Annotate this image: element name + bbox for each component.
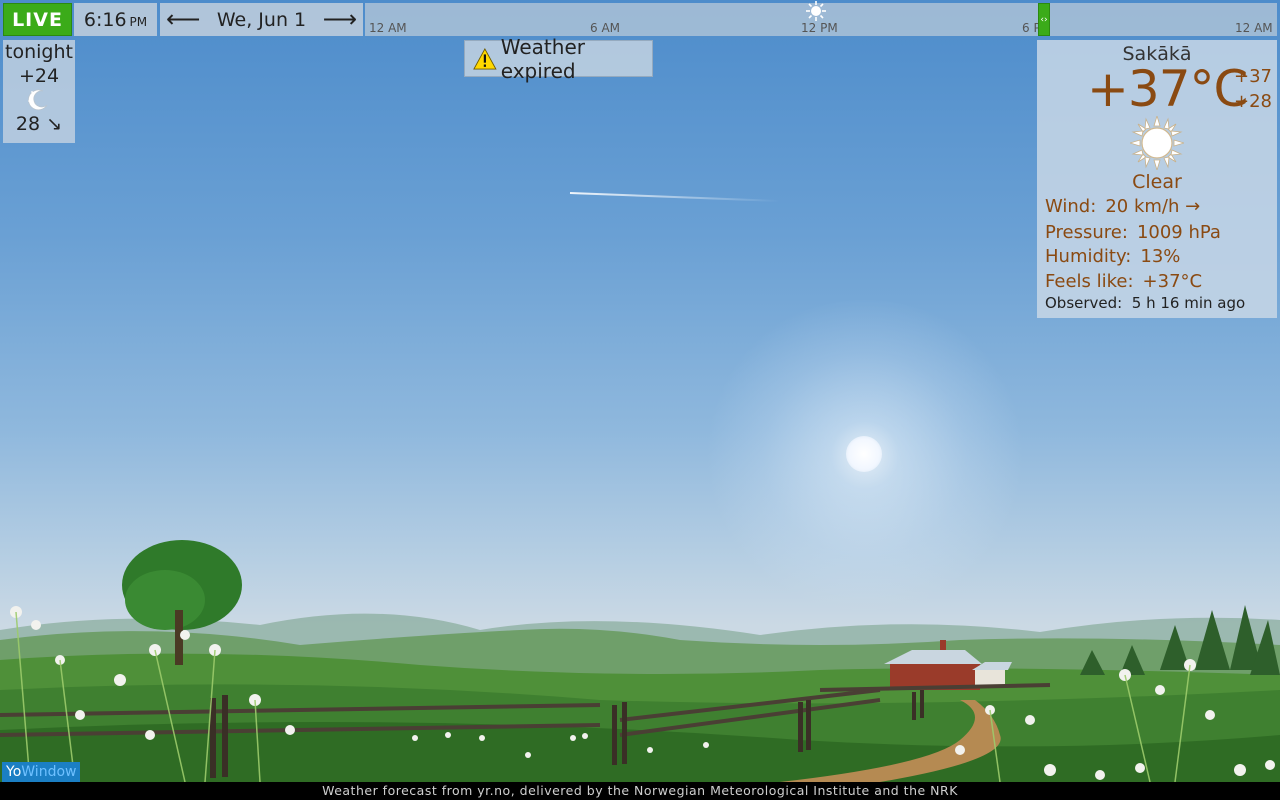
yowindow-logo[interactable]: Yo Window	[2, 762, 81, 782]
top-bar: LIVE 6:16 PM ⟵ We, Jun 1 ⟶ 12 AM 6 AM 12…	[0, 0, 1280, 38]
tonight-forecast[interactable]: tonight +24 28 ↘	[3, 40, 75, 143]
data-source-footer[interactable]: Weather forecast from yr.no, delivered b…	[0, 782, 1280, 800]
timeline-label: 12 AM	[1235, 21, 1273, 35]
wind-value: 20 km/h →	[1105, 196, 1201, 217]
humidity-row: Humidity: 13%	[1045, 246, 1180, 267]
feels-like-row: Feels like: +37°C	[1045, 271, 1202, 292]
logo-text-a: Yo	[6, 764, 22, 780]
pressure-row: Pressure: 1009 hPa	[1045, 222, 1221, 243]
observed-label: Observed:	[1045, 294, 1123, 312]
high-temperature: +37	[1234, 66, 1272, 87]
timeline-label: 12 AM	[369, 21, 407, 35]
pressure-value: 1009 hPa	[1136, 222, 1221, 243]
next-day-arrow-icon[interactable]: ⟶	[323, 5, 357, 33]
landscape	[0, 540, 1280, 782]
pressure-label: Pressure:	[1045, 222, 1128, 243]
current-temperature: +37°C	[1087, 60, 1248, 118]
observed-row: Observed: 5 h 16 min ago	[1045, 294, 1245, 312]
date-selector: ⟵ We, Jun 1 ⟶	[160, 3, 363, 36]
timeline-sun-icon	[806, 1, 826, 21]
logo-text-b: Window	[21, 764, 77, 780]
observed-value: 5 h 16 min ago	[1131, 294, 1246, 312]
current-conditions-panel[interactable]: Sakākā +37°C +37 +28 Clear Wind: 20 km/h …	[1037, 40, 1277, 318]
timeline-label: 12 PM	[801, 21, 838, 35]
feels-like-label: Feels like:	[1045, 271, 1134, 292]
timeline-scrubber[interactable]: 12 AM 6 AM 12 PM 6 P 12 AM ‹›	[365, 1, 1277, 36]
sun-icon	[1130, 116, 1184, 170]
time-value: 6:16	[83, 8, 127, 31]
sun-disc	[846, 436, 882, 472]
time-ampm: PM	[129, 14, 148, 29]
humidity-label: Humidity:	[1045, 246, 1132, 267]
live-button[interactable]: LIVE	[3, 3, 72, 36]
low-temperature: +28	[1234, 91, 1272, 112]
humidity-value: 13%	[1140, 246, 1181, 267]
condition-label: Clear	[1132, 171, 1182, 193]
airplane-contrail	[569, 192, 780, 203]
current-time: 6:16 PM	[74, 3, 157, 36]
tonight-wind: 28 ↘	[15, 113, 63, 135]
wind-label: Wind:	[1045, 196, 1097, 217]
alert-text: Weather expired	[500, 34, 585, 83]
tonight-temp: +24	[18, 65, 60, 87]
timeline-slider-handle[interactable]: ‹›	[1038, 3, 1050, 36]
wind-row: Wind: 20 km/h →	[1045, 196, 1200, 217]
tonight-title: tonight	[5, 41, 73, 63]
weather-expired-alert[interactable]: Weather expired	[464, 35, 653, 83]
timeline-label: 6 AM	[590, 21, 621, 35]
warning-icon	[473, 47, 497, 70]
moon-icon	[3, 87, 75, 113]
feels-like-value: +37°C	[1142, 271, 1203, 292]
